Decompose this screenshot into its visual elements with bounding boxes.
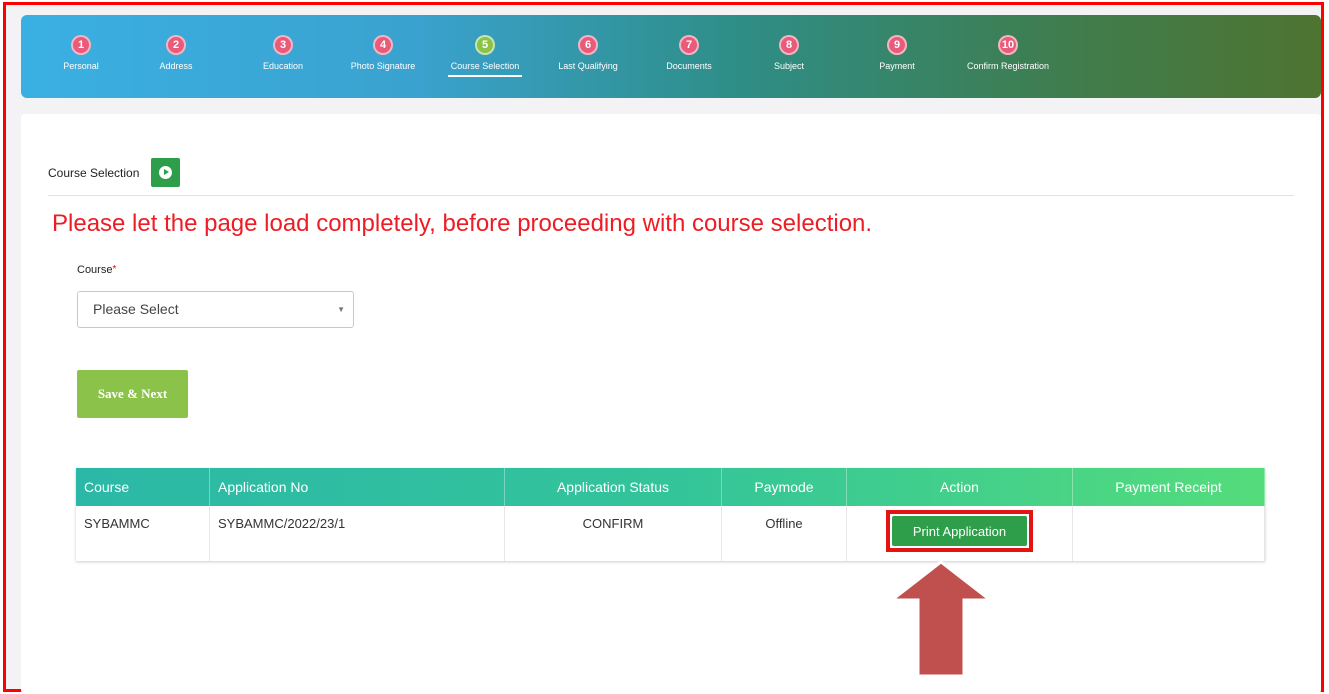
step-number: 3 — [273, 35, 293, 55]
step-confirm-registration[interactable]: 10 Confirm Registration — [958, 35, 1058, 75]
section-header: Course Selection — [48, 158, 181, 187]
step-subject[interactable]: 8 Subject — [739, 35, 839, 75]
step-course-selection[interactable]: 5 Course Selection — [435, 35, 535, 77]
header-application-status: Application Status — [504, 468, 722, 506]
step-photo-signature[interactable]: 4 Photo Signature — [333, 35, 433, 75]
step-last-qualifying[interactable]: 6 Last Qualifying — [538, 35, 638, 75]
play-icon[interactable] — [151, 158, 181, 187]
step-label: Last Qualifying — [558, 61, 618, 71]
step-education[interactable]: 3 Education — [233, 35, 333, 75]
step-number: 10 — [998, 35, 1018, 55]
step-number: 2 — [166, 35, 186, 55]
step-label: Photo Signature — [350, 61, 416, 71]
course-selection-card: Course Selection Please let the page loa… — [21, 114, 1321, 694]
step-number: 4 — [373, 35, 393, 55]
step-label: Documents — [666, 61, 712, 71]
cell-status: CONFIRM — [504, 506, 722, 561]
step-number: 8 — [779, 35, 799, 55]
step-documents[interactable]: 7 Documents — [639, 35, 739, 75]
step-label: Subject — [773, 61, 805, 71]
print-application-button[interactable]: Print Application — [892, 516, 1027, 546]
step-label: Confirm Registration — [966, 61, 1050, 71]
load-warning: Please let the page load completely, bef… — [52, 210, 873, 237]
header-application-no: Application No — [209, 468, 505, 506]
divider — [48, 195, 1294, 196]
step-label: Address — [159, 61, 193, 71]
step-number: 5 — [475, 35, 495, 55]
save-next-button[interactable]: Save & Next — [77, 370, 188, 418]
course-label: Course* — [77, 264, 116, 276]
header-action: Action — [846, 468, 1073, 506]
header-payment-receipt: Payment Receipt — [1072, 468, 1265, 506]
cell-action: Print Application — [846, 506, 1073, 561]
step-payment[interactable]: 9 Payment — [847, 35, 947, 75]
cell-course: SYBAMMC — [76, 506, 210, 561]
cell-paymode: Offline — [721, 506, 847, 561]
applications-table: Course Application No Application Status… — [76, 468, 1265, 561]
pointer-arrow-icon — [887, 560, 995, 676]
step-label: Education — [262, 61, 304, 71]
course-select-value: Please Select — [93, 301, 179, 317]
header-course: Course — [76, 468, 210, 506]
caret-down-icon: ▼ — [337, 305, 345, 314]
header-paymode: Paymode — [721, 468, 847, 506]
step-number: 1 — [71, 35, 91, 55]
section-title: Course Selection — [48, 165, 140, 180]
required-mark: * — [112, 264, 117, 275]
step-label: Payment — [879, 61, 915, 71]
step-number: 6 — [578, 35, 598, 55]
table-header-row: Course Application No Application Status… — [76, 468, 1265, 506]
highlight-box: Print Application — [886, 510, 1033, 552]
step-number: 9 — [887, 35, 907, 55]
step-label: Course Selection — [447, 61, 523, 77]
step-number: 7 — [679, 35, 699, 55]
registration-stepper: 1 Personal 2 Address 3 Education 4 Photo… — [21, 15, 1321, 98]
step-address[interactable]: 2 Address — [126, 35, 226, 75]
cell-application-no: SYBAMMC/2022/23/1 — [209, 506, 505, 561]
table-row: SYBAMMC SYBAMMC/2022/23/1 CONFIRM Offlin… — [76, 506, 1265, 561]
course-label-text: Course — [77, 264, 113, 276]
course-select[interactable]: Please Select ▼ — [77, 291, 354, 328]
cell-payment-receipt — [1072, 506, 1265, 561]
step-personal[interactable]: 1 Personal — [31, 35, 131, 75]
step-label: Personal — [63, 61, 99, 71]
